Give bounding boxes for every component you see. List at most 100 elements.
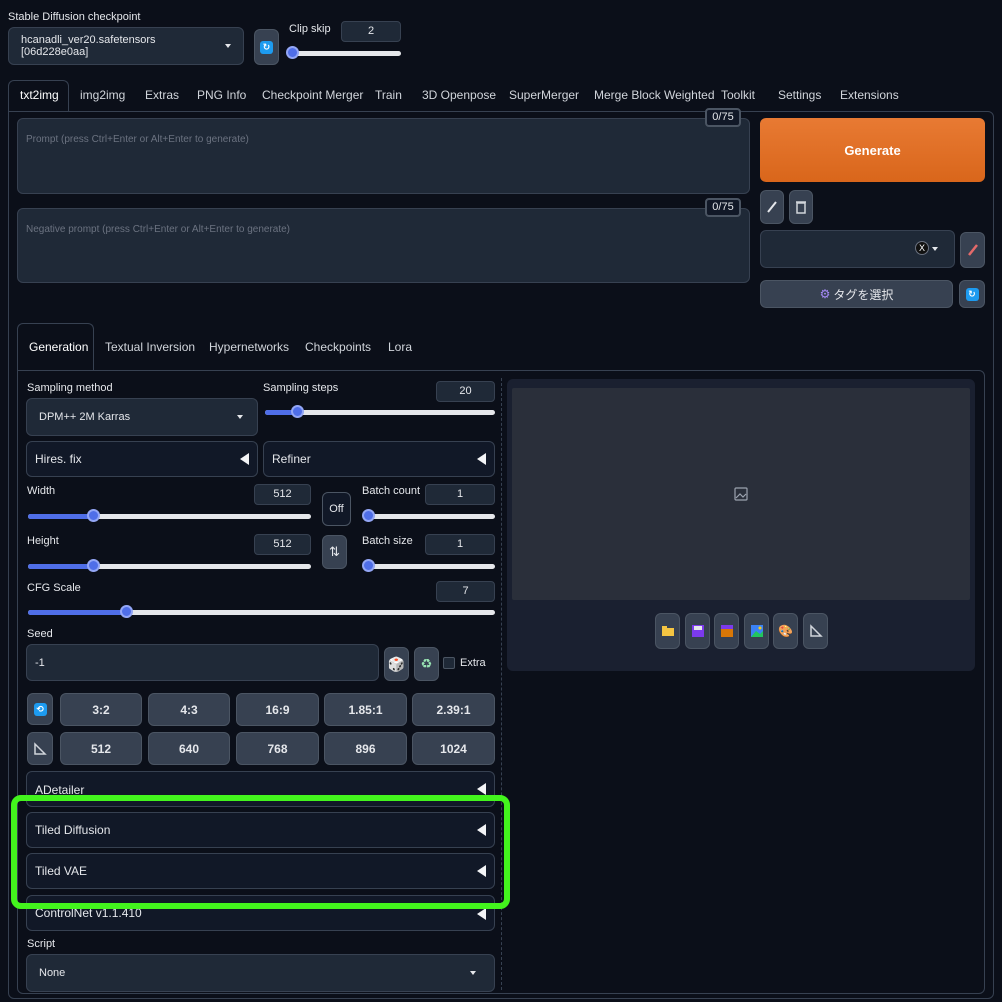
clip-skip-slider[interactable] [286, 46, 401, 60]
batch-size-input[interactable]: 1 [425, 534, 495, 555]
checkpoint-refresh-button[interactable]: ↻ [254, 29, 279, 65]
ratio-16-9-button[interactable]: 16:9 [236, 693, 319, 726]
negative-prompt-placeholder: Negative prompt (press Ctrl+Enter or Alt… [26, 224, 291, 235]
width-slider[interactable] [28, 509, 311, 523]
tab-supermerger[interactable]: SuperMerger [509, 80, 579, 110]
trash-icon [796, 201, 806, 214]
checkpoint-dropdown[interactable]: hcanadli_ver20.safetensors [06d228e0aa] [8, 27, 244, 65]
tab-generation[interactable]: Generation [29, 326, 88, 368]
chevron-down-icon [932, 247, 938, 251]
archive-icon [720, 625, 733, 637]
size-768-button[interactable]: 768 [236, 732, 319, 765]
checkpoint-label: Stable Diffusion checkpoint [8, 11, 141, 23]
sampling-method-dropdown[interactable]: DPM++ 2M Karras [26, 398, 258, 436]
hires-fix-accordion[interactable]: Hires. fix [26, 441, 258, 477]
sampling-steps-slider[interactable] [265, 405, 495, 419]
ratio-2-39-button[interactable]: 2.39:1 [412, 693, 495, 726]
batch-size-slider[interactable] [361, 559, 495, 573]
collapse-triangle-icon [477, 783, 486, 795]
off-toggle-button[interactable]: Off [322, 492, 351, 526]
width-label: Width [27, 485, 56, 497]
tab-toolkit[interactable]: Toolkit [721, 80, 755, 110]
size-896-button[interactable]: 896 [324, 732, 407, 765]
batch-count-slider[interactable] [361, 509, 495, 523]
tab-png-info[interactable]: PNG Info [197, 80, 246, 110]
extra-checkbox[interactable] [443, 657, 455, 669]
tab-lora[interactable]: Lora [388, 326, 412, 368]
refiner-accordion[interactable]: Refiner [263, 441, 495, 477]
ratio-1-85-button[interactable]: 1.85:1 [324, 693, 407, 726]
tab-merge-block-weighted[interactable]: Merge Block Weighted [594, 80, 715, 110]
send-to-img2img-button[interactable] [744, 613, 769, 649]
sampling-steps-label: Sampling steps [263, 382, 339, 394]
save-button[interactable] [685, 613, 710, 649]
clear-prompt-button[interactable] [789, 190, 813, 224]
apply-style-button[interactable] [960, 232, 985, 268]
random-seed-button[interactable]: 🎲 [384, 647, 409, 681]
open-folder-button[interactable] [655, 613, 680, 649]
tab-hypernetworks[interactable]: Hypernetworks [209, 326, 289, 368]
highlight-box [11, 795, 510, 909]
negative-prompt-textarea[interactable]: Negative prompt (press Ctrl+Enter or Alt… [17, 208, 750, 283]
tab-img2img[interactable]: img2img [80, 80, 125, 110]
collapse-triangle-icon [477, 453, 486, 465]
refresh-icon: ↻ [260, 40, 273, 54]
height-input[interactable]: 512 [254, 534, 311, 555]
sampling-steps-input[interactable]: 20 [436, 381, 495, 402]
clip-skip-input[interactable]: 2 [341, 21, 401, 42]
cfg-scale-input[interactable]: 7 [436, 581, 495, 602]
negative-prompt-token-counter: 0/75 [705, 198, 741, 217]
size-640-button[interactable]: 640 [148, 732, 230, 765]
size-1024-button[interactable]: 1024 [412, 732, 495, 765]
tab-extensions[interactable]: Extensions [840, 80, 899, 110]
tab-txt2img[interactable]: txt2img [20, 80, 59, 110]
tag-refresh-button[interactable]: ↻ [959, 280, 985, 308]
read-params-button[interactable] [760, 190, 784, 224]
size-512-button[interactable]: 512 [60, 732, 142, 765]
ratio-4-3-button[interactable]: 4:3 [148, 693, 230, 726]
chevron-down-icon [225, 44, 231, 48]
size-ruler-button[interactable] [27, 732, 53, 765]
collapse-triangle-icon [240, 453, 249, 465]
send-to-extras-button[interactable] [803, 613, 828, 649]
refresh-icon: ↻ [965, 287, 979, 301]
recycle-icon: ♻ [420, 656, 433, 671]
reuse-seed-button[interactable]: ♻ [414, 647, 439, 681]
zip-button[interactable] [714, 613, 739, 649]
send-to-inpaint-button[interactable]: 🎨 [773, 613, 798, 649]
height-slider[interactable] [28, 559, 311, 573]
sampling-method-value: DPM++ 2M Karras [39, 411, 131, 423]
seed-input[interactable]: -1 [26, 644, 379, 681]
width-input[interactable]: 512 [254, 484, 311, 505]
paintbrush-icon [967, 244, 978, 256]
image-preview [512, 388, 970, 600]
cfg-scale-slider[interactable] [28, 605, 495, 619]
rotate-icon: ⟲ [33, 702, 47, 716]
tab-extras[interactable]: Extras [145, 80, 179, 110]
chevron-down-icon [470, 971, 476, 975]
prompt-token-counter: 0/75 [705, 108, 741, 127]
ratio-3-2-button[interactable]: 3:2 [60, 693, 142, 726]
tag-select-button[interactable]: ⚙ タグを選択 [760, 280, 953, 308]
image-placeholder-icon [734, 487, 748, 501]
tab-textual-inversion[interactable]: Textual Inversion [105, 326, 195, 368]
batch-count-input[interactable]: 1 [425, 484, 495, 505]
prompt-textarea[interactable]: Prompt (press Ctrl+Enter or Alt+Enter to… [17, 118, 750, 194]
tab-settings[interactable]: Settings [778, 80, 821, 110]
batch-count-label: Batch count [362, 485, 421, 497]
swap-dimensions-button[interactable]: ⇅ [322, 535, 347, 569]
tab-train[interactable]: Train [375, 80, 402, 110]
generate-button[interactable]: Generate [760, 118, 985, 182]
height-label: Height [27, 535, 59, 547]
picture-icon [750, 625, 763, 637]
ratio-swap-button[interactable]: ⟲ [27, 693, 53, 725]
chevron-down-icon [237, 415, 243, 419]
styles-clear-button[interactable]: X [915, 241, 929, 255]
floppy-disk-icon [691, 625, 704, 637]
checkpoint-value: hcanadli_ver20.safetensors [06d228e0aa] [21, 34, 156, 58]
tab-checkpoint-merger[interactable]: Checkpoint Merger [262, 80, 363, 110]
tab-3d-openpose[interactable]: 3D Openpose [422, 80, 496, 110]
script-dropdown[interactable]: None [26, 954, 495, 992]
clip-skip-label: Clip skip [289, 23, 331, 35]
tab-checkpoints[interactable]: Checkpoints [305, 326, 371, 368]
